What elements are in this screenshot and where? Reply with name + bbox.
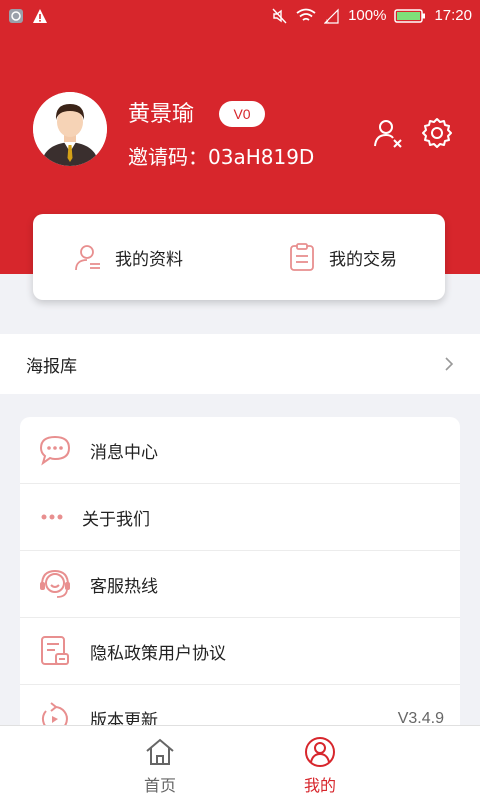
menu-item-label: 客服热线 <box>90 576 158 597</box>
quick-actions-card: 我的资料 我的交易 <box>33 214 445 300</box>
menu-item-label: 关于我们 <box>82 509 150 530</box>
warning-icon <box>33 9 47 23</box>
menu-item-privacy-policy[interactable]: 隐私政策用户协议 <box>20 618 460 685</box>
menu-item-customer-hotline[interactable]: 客服热线 <box>20 551 460 618</box>
my-trades-label: 我的交易 <box>329 249 397 270</box>
signal-icon: x <box>324 8 339 24</box>
settings-gear-icon[interactable] <box>420 116 454 150</box>
status-time: 17:20 <box>434 7 472 24</box>
profile-card-icon <box>75 245 100 271</box>
headset-icon <box>40 569 70 598</box>
menu-item-about-us[interactable]: 关于我们 <box>20 484 460 551</box>
battery-percent: 100% <box>348 7 387 24</box>
clipboard-icon <box>290 243 314 271</box>
status-bar: x 100% 17:20 <box>0 0 480 34</box>
avatar[interactable] <box>33 92 107 166</box>
tab-mine-label: 我的 <box>303 776 336 795</box>
level-badge: V0 <box>219 101 265 127</box>
tab-mine[interactable]: 我的 <box>200 726 440 800</box>
svg-text:x: x <box>326 19 329 24</box>
menu-item-label: 消息中心 <box>90 442 158 463</box>
chevron-right-icon <box>445 357 454 371</box>
user-avatar-icon <box>33 92 107 166</box>
wifi-icon <box>296 8 316 21</box>
document-icon <box>41 636 69 665</box>
menu-list: 消息中心 关于我们 客服热线 隐私政策用户协议 版本更新 V3.4.9 <box>20 417 460 737</box>
poster-library-label: 海报库 <box>26 356 77 377</box>
user-circle-icon <box>305 737 335 767</box>
chat-bubble-icon <box>39 435 71 466</box>
bottom-tab-bar: 首页 我的 <box>0 725 480 800</box>
home-icon <box>146 738 174 765</box>
menu-item-label: 隐私政策用户协议 <box>90 643 226 664</box>
app-notification-icon <box>9 9 23 23</box>
my-profile-button[interactable]: 我的资料 <box>73 214 183 300</box>
username: 黄景瑜 <box>128 102 195 127</box>
poster-library-row[interactable]: 海报库 <box>0 334 480 394</box>
mute-icon <box>272 8 287 23</box>
menu-item-message-center[interactable]: 消息中心 <box>20 417 460 484</box>
my-trades-button[interactable]: 我的交易 <box>287 214 397 300</box>
user-remove-icon[interactable] <box>372 116 406 150</box>
more-dots-icon <box>41 514 63 520</box>
my-profile-label: 我的资料 <box>115 249 183 270</box>
invite-code[interactable]: 邀请码：03aH819D <box>128 141 314 170</box>
battery-icon <box>394 8 426 23</box>
